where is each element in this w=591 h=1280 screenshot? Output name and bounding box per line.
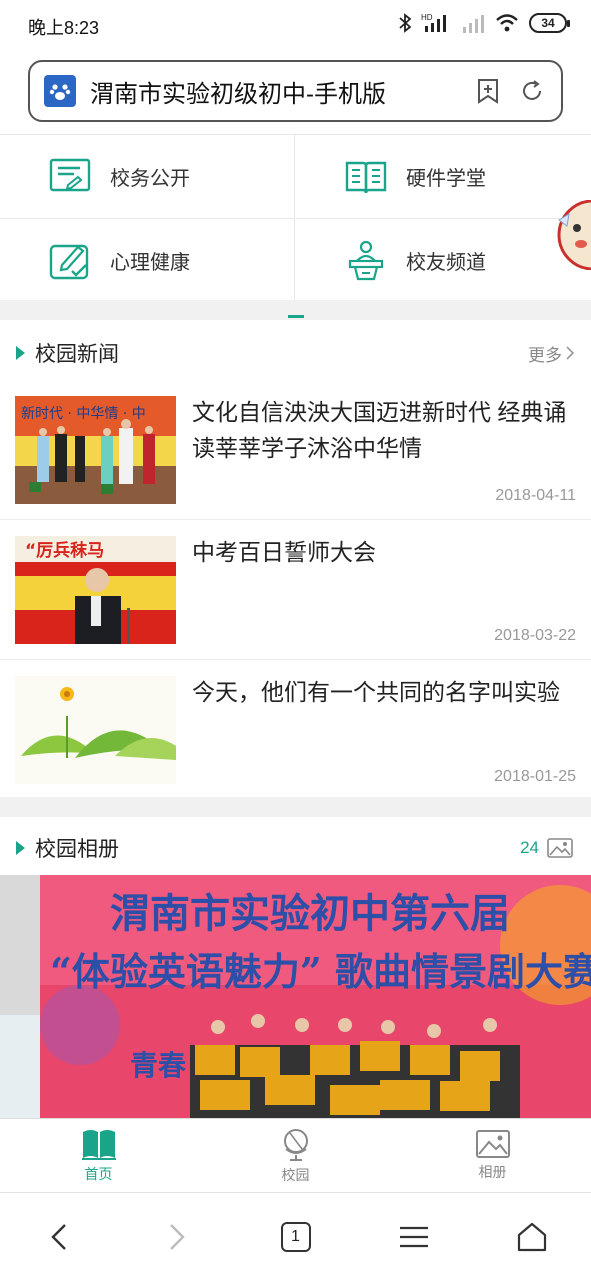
quick-link-label: 校友频道 — [406, 252, 486, 274]
news-title[interactable]: 中考百日誓师大会 — [192, 534, 578, 570]
section-marker-icon — [16, 346, 25, 360]
news-more-link[interactable]: 更多 — [528, 341, 575, 366]
news-thumbnail: “厉兵秣马 — [15, 536, 176, 644]
album-banner-line2: “体验英语魅力” 歌曲情景剧大赛 — [50, 949, 591, 994]
bookmark-add-icon — [478, 79, 498, 104]
wifi-icon — [496, 14, 518, 32]
battery-indicator: 34 — [529, 13, 570, 33]
refresh-icon — [523, 80, 541, 100]
add-bookmark-button[interactable] — [475, 78, 501, 104]
quick-link-alumni[interactable]: 校友频道 — [296, 219, 591, 303]
quick-links-grid: 校务公开 硬件学堂 心理健康 校友频道 — [0, 134, 591, 303]
status-time: 晚上8:23 — [28, 18, 100, 38]
section-marker-icon — [16, 841, 25, 855]
news-date: 2018-01-25 — [494, 768, 576, 785]
tab-label: 校园 — [281, 1166, 310, 1183]
section-divider — [0, 797, 591, 817]
bluetooth-icon — [399, 13, 411, 33]
menu-icon — [399, 1226, 428, 1247]
floating-mascot[interactable] — [555, 200, 591, 270]
chevron-right-icon — [566, 346, 575, 360]
site-favicon-icon — [44, 75, 76, 107]
chevron-left-icon — [51, 1223, 66, 1250]
globe-icon — [283, 1128, 308, 1161]
album-section-title: 校园相册 — [35, 838, 119, 861]
news-thumbnail — [15, 676, 176, 784]
album-count: 24 — [520, 838, 539, 857]
quick-link-school-affairs[interactable]: 校务公开 — [0, 135, 295, 219]
tab-label: 首页 — [84, 1165, 113, 1182]
news-item[interactable]: 今天，他们有一个共同的名字叫实验 2018-01-25 — [0, 660, 591, 800]
address-bar[interactable]: 渭南市实验初级初中-手机版 — [28, 60, 563, 122]
thumb-banner-text: “厉兵秣马 — [25, 540, 104, 561]
tab-campus[interactable]: 校园 — [197, 1119, 394, 1192]
page-indicator — [288, 315, 304, 318]
hd-label: HD — [421, 13, 433, 22]
bottom-tab-bar: 首页 校园 相册 — [0, 1118, 591, 1192]
news-date: 2018-03-22 — [494, 627, 576, 644]
quick-link-label: 硬件学堂 — [406, 168, 486, 190]
album-image-icon[interactable] — [547, 838, 573, 858]
home-icon — [517, 1222, 547, 1251]
page-title[interactable]: 渭南市实验初级初中-手机版 — [90, 74, 457, 109]
pencil-check-icon — [48, 239, 92, 283]
tab-home[interactable]: 首页 — [0, 1119, 197, 1192]
news-section-header: 校园新闻 更多 — [0, 326, 591, 380]
news-title[interactable]: 文化自信泱泱大国迈进新时代 经典诵读莘莘学子沐浴中华情 — [192, 394, 578, 466]
news-date: 2018-04-11 — [495, 487, 576, 504]
refresh-button[interactable] — [519, 78, 545, 104]
menu-button[interactable] — [355, 1193, 473, 1280]
news-thumbnail: 新时代 · 中华情 · 中 — [15, 396, 176, 504]
speaker-podium-icon — [344, 239, 388, 283]
open-book-icon — [344, 155, 388, 199]
home-button[interactable] — [473, 1193, 591, 1280]
quick-link-hardware[interactable]: 硬件学堂 — [296, 135, 591, 219]
image-icon — [475, 1129, 510, 1158]
status-bar: 晚上8:23 HD 34 — [0, 0, 591, 52]
album-section-header: 校园相册 24 — [0, 821, 591, 875]
notice-board-icon — [48, 155, 92, 199]
tab-label: 相册 — [478, 1163, 507, 1180]
forward-button[interactable] — [118, 1193, 236, 1280]
browser-nav-bar: 1 — [0, 1192, 591, 1280]
tabs-button[interactable]: 1 — [236, 1193, 354, 1280]
quick-link-mental-health[interactable]: 心理健康 — [0, 219, 295, 303]
tab-count: 1 — [280, 1221, 311, 1252]
status-icons: HD 34 — [399, 12, 570, 34]
album-banner-line3: 青春 — [130, 1049, 186, 1082]
chevron-right-icon — [170, 1223, 185, 1250]
cellular-signal-icon: HD — [421, 13, 446, 32]
more-link-label: 更多 — [528, 345, 562, 365]
news-item[interactable]: “厉兵秣马 中考百日誓师大会 2018-03-22 — [0, 520, 591, 660]
back-button[interactable] — [0, 1193, 118, 1280]
album-photo[interactable]: 渭南市实验初中第六届 “体验英语魅力” 歌曲情景剧大赛 青春 — [0, 875, 591, 1118]
cellular-signal-2-icon — [463, 15, 484, 33]
home-book-icon — [81, 1129, 116, 1160]
quick-link-label: 心理健康 — [110, 252, 190, 274]
quick-link-label: 校务公开 — [110, 168, 190, 190]
news-item[interactable]: 新时代 · 中华情 · 中 文化自信泱泱大国迈进新时代 经典诵读莘莘学子沐浴中华… — [0, 380, 591, 520]
news-section-title: 校园新闻 — [35, 343, 119, 366]
news-title[interactable]: 今天，他们有一个共同的名字叫实验 — [192, 674, 578, 710]
album-banner-line1: 渭南市实验初中第六届 — [110, 890, 510, 937]
tab-album[interactable]: 相册 — [394, 1119, 591, 1192]
